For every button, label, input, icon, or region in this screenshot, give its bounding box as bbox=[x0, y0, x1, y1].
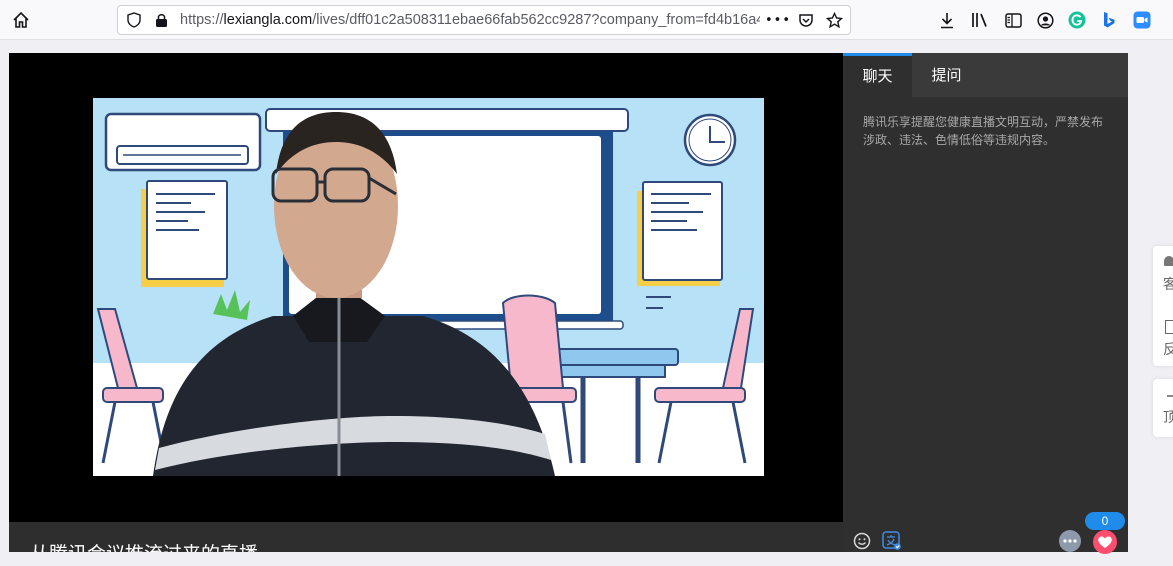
back-to-top-icon bbox=[1167, 395, 1173, 397]
like-heart-icon[interactable] bbox=[1093, 530, 1117, 554]
more-options-icon[interactable] bbox=[1059, 530, 1081, 552]
live-video-player[interactable]: Collection bbox=[9, 53, 843, 522]
shield-icon[interactable] bbox=[124, 10, 144, 30]
zoom-extension-icon[interactable] bbox=[1130, 8, 1154, 32]
emoji-icon[interactable] bbox=[853, 532, 871, 550]
grammarly-icon[interactable] bbox=[1065, 8, 1089, 32]
bing-icon[interactable] bbox=[1097, 8, 1121, 32]
back-to-top-label[interactable]: 顶 bbox=[1153, 407, 1173, 427]
live-title: 从腾讯会议推流过来的直播 bbox=[30, 539, 258, 552]
account-icon[interactable] bbox=[1033, 8, 1057, 32]
browser-toolbar: https://lexiangla.com/lives/dff01c2a5083… bbox=[0, 0, 1173, 40]
chat-tabs: 聊天 提问 bbox=[843, 53, 1128, 97]
chat-notice: 腾讯乐享提醒您健康直播文明互动，严禁发布涉政、违法、色情低俗等违规内容。 bbox=[863, 115, 1104, 147]
air-conditioner-graphic bbox=[104, 112, 262, 172]
chat-panel: 聊天 提问 腾讯乐享提醒您健康直播文明互动，严禁发布涉政、违法、色情低俗等违规内… bbox=[843, 53, 1128, 554]
page-content: Collection 从腾讯会议推流过来的直播 聊天 提问 腾讯乐享提醒您健康直… bbox=[0, 41, 1173, 566]
chat-footer: 0 bbox=[843, 512, 1128, 554]
url-text[interactable]: https://lexiangla.com/lives/dff01c2a5083… bbox=[180, 12, 760, 28]
pocket-icon[interactable] bbox=[796, 10, 816, 30]
jacket-text: Collection bbox=[369, 404, 431, 418]
service-icon bbox=[1164, 256, 1173, 266]
back-to-top-widget: 顶 bbox=[1153, 379, 1173, 437]
live-info-bar: 从腾讯会议推流过来的直播 bbox=[9, 522, 843, 552]
translate-icon[interactable] bbox=[882, 531, 902, 551]
side-tools-widget: 客 反 bbox=[1153, 246, 1173, 366]
download-icon[interactable] bbox=[935, 8, 959, 32]
url-domain: lexiangla.com bbox=[223, 12, 313, 28]
url-bar[interactable]: https://lexiangla.com/lives/dff01c2a5083… bbox=[117, 5, 851, 35]
bookmark-star-icon[interactable] bbox=[824, 10, 844, 30]
like-count-badge: 0 bbox=[1085, 512, 1125, 530]
sidebar-icon[interactable] bbox=[1001, 8, 1025, 32]
home-icon[interactable] bbox=[9, 8, 33, 32]
tab-chat[interactable]: 聊天 bbox=[843, 53, 912, 97]
feedback-label[interactable]: 反 bbox=[1153, 339, 1173, 359]
page-actions-menu-icon[interactable]: ••• bbox=[765, 10, 790, 30]
clock-graphic bbox=[683, 113, 737, 167]
service-label[interactable]: 客 bbox=[1153, 274, 1173, 294]
tab-questions[interactable]: 提问 bbox=[912, 53, 981, 97]
live-video-frame[interactable]: Collection bbox=[93, 98, 764, 476]
library-icon[interactable] bbox=[968, 8, 992, 32]
feedback-icon bbox=[1165, 320, 1173, 334]
lock-icon[interactable] bbox=[151, 10, 171, 30]
left-poster-graphic bbox=[141, 180, 228, 287]
